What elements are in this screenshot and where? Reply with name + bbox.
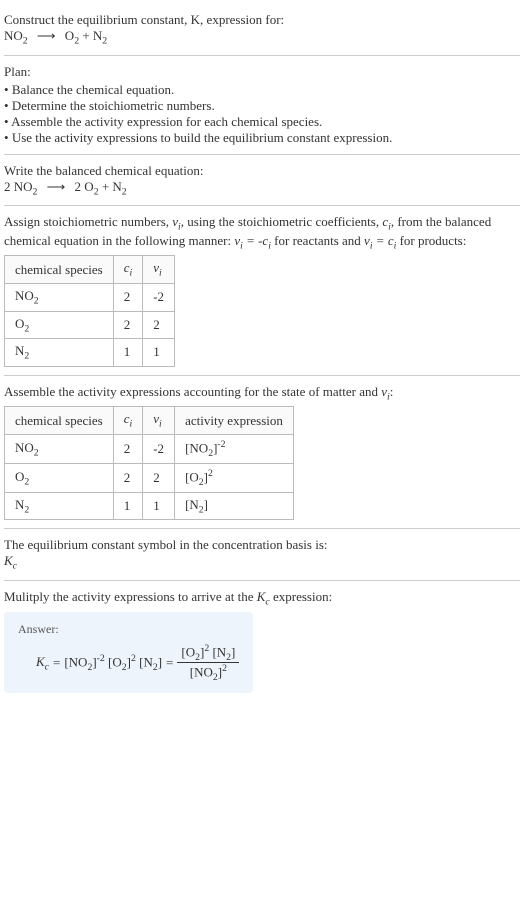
stoich-intro: Assign stoichiometric numbers, νi, using… xyxy=(4,214,520,251)
cell-activity: [O2]2 xyxy=(175,463,294,492)
plan-list: Balance the chemical equation. Determine… xyxy=(4,82,520,146)
unbalanced-equation: NO2 ⟶ O2 + N2 xyxy=(4,28,520,47)
col-ci: ci xyxy=(113,256,143,284)
plan-item: Assemble the activity expression for eac… xyxy=(4,114,520,130)
text: Mulitply the activity expressions to arr… xyxy=(4,589,257,604)
prompt-text: Construct the equilibrium constant, K, e… xyxy=(4,12,284,27)
text: : xyxy=(390,384,394,399)
text: Assign stoichiometric numbers, xyxy=(4,214,172,229)
col-species: chemical species xyxy=(5,256,114,284)
text: for products: xyxy=(396,233,466,248)
balanced-intro: Write the balanced chemical equation: xyxy=(4,163,520,179)
cell-v: 2 xyxy=(143,311,175,339)
cell-species: N2 xyxy=(5,492,114,520)
table-row: NO2 2 -2 xyxy=(5,283,175,311)
arrow-icon: ⟶ xyxy=(47,179,66,195)
activity-intro: Assemble the activity expressions accoun… xyxy=(4,384,520,403)
answer-box: Answer: Kc = [NO2]-2 [O2]2 [N2] = [O2]2 … xyxy=(4,612,253,694)
stoich-section: Assign stoichiometric numbers, νi , using… xyxy=(4,206,520,376)
table-row: N2 1 1 [N2] xyxy=(5,492,294,520)
text: , using the stoichiometric coefficients, xyxy=(181,214,383,229)
cell-v: -2 xyxy=(143,434,175,463)
kc-expression: Kc = [NO2]-2 [O2]2 [N2] = [O2]2 [N2] [NO… xyxy=(18,643,239,684)
cell-v: 1 xyxy=(143,492,175,520)
plan-section: Plan: Balance the chemical equation. Det… xyxy=(4,56,520,155)
symbol-section: The equilibrium constant symbol in the c… xyxy=(4,529,520,581)
numerator: [O2]2 [N2] xyxy=(177,643,239,664)
table-header-row: chemical species ci νi xyxy=(5,256,175,284)
text: Assemble the activity expressions accoun… xyxy=(4,384,381,399)
col-ci: ci xyxy=(113,407,143,435)
multiply-section: Mulitply the activity expressions to arr… xyxy=(4,581,520,701)
cell-v: 1 xyxy=(143,339,175,367)
cell-species: O2 xyxy=(5,311,114,339)
table-row: O2 2 2 [O2]2 xyxy=(5,463,294,492)
stoich-table: chemical species ci νi NO2 2 -2 O2 2 2 N… xyxy=(4,255,175,366)
kc-symbol: Kc xyxy=(4,553,520,572)
cell-c: 2 xyxy=(113,463,143,492)
plan-item: Balance the chemical equation. xyxy=(4,82,520,98)
cell-v: -2 xyxy=(143,283,175,311)
multiply-intro: Mulitply the activity expressions to arr… xyxy=(4,589,520,608)
symbol-intro: The equilibrium constant symbol in the c… xyxy=(4,537,520,553)
col-vi: νi xyxy=(143,407,175,435)
text: for reactants and xyxy=(271,233,364,248)
construct-prompt: Construct the equilibrium constant, K, e… xyxy=(4,12,520,28)
plan-title: Plan: xyxy=(4,64,520,80)
activity-table: chemical species ci νi activity expressi… xyxy=(4,406,294,520)
balanced-section: Write the balanced chemical equation: 2 … xyxy=(4,155,520,207)
cell-activity: [NO2]-2 xyxy=(175,434,294,463)
cell-species: N2 xyxy=(5,339,114,367)
cell-c: 1 xyxy=(113,492,143,520)
activity-section: Assemble the activity expressions accoun… xyxy=(4,376,520,530)
answer-label: Answer: xyxy=(18,622,239,637)
text: expression: xyxy=(270,589,332,604)
plan-item: Use the activity expressions to build th… xyxy=(4,130,520,146)
arrow-icon: ⟶ xyxy=(37,28,56,44)
cell-species: NO2 xyxy=(5,283,114,311)
cell-activity: [N2] xyxy=(175,492,294,520)
col-activity: activity expression xyxy=(175,407,294,435)
table-header-row: chemical species ci νi activity expressi… xyxy=(5,407,294,435)
col-species: chemical species xyxy=(5,407,114,435)
cell-species: O2 xyxy=(5,463,114,492)
balanced-equation: 2 NO2 ⟶ 2 O2 + N2 xyxy=(4,179,520,198)
fraction: [O2]2 [N2] [NO2]2 xyxy=(177,643,239,684)
cell-c: 2 xyxy=(113,434,143,463)
cell-v: 2 xyxy=(143,463,175,492)
header-section: Construct the equilibrium constant, K, e… xyxy=(4,4,520,56)
plan-item: Determine the stoichiometric numbers. xyxy=(4,98,520,114)
cell-c: 2 xyxy=(113,283,143,311)
cell-c: 2 xyxy=(113,311,143,339)
cell-species: NO2 xyxy=(5,434,114,463)
table-row: NO2 2 -2 [NO2]-2 xyxy=(5,434,294,463)
col-vi: νi xyxy=(143,256,175,284)
table-row: N2 1 1 xyxy=(5,339,175,367)
cell-c: 1 xyxy=(113,339,143,367)
table-row: O2 2 2 xyxy=(5,311,175,339)
denominator: [NO2]2 xyxy=(177,663,239,683)
